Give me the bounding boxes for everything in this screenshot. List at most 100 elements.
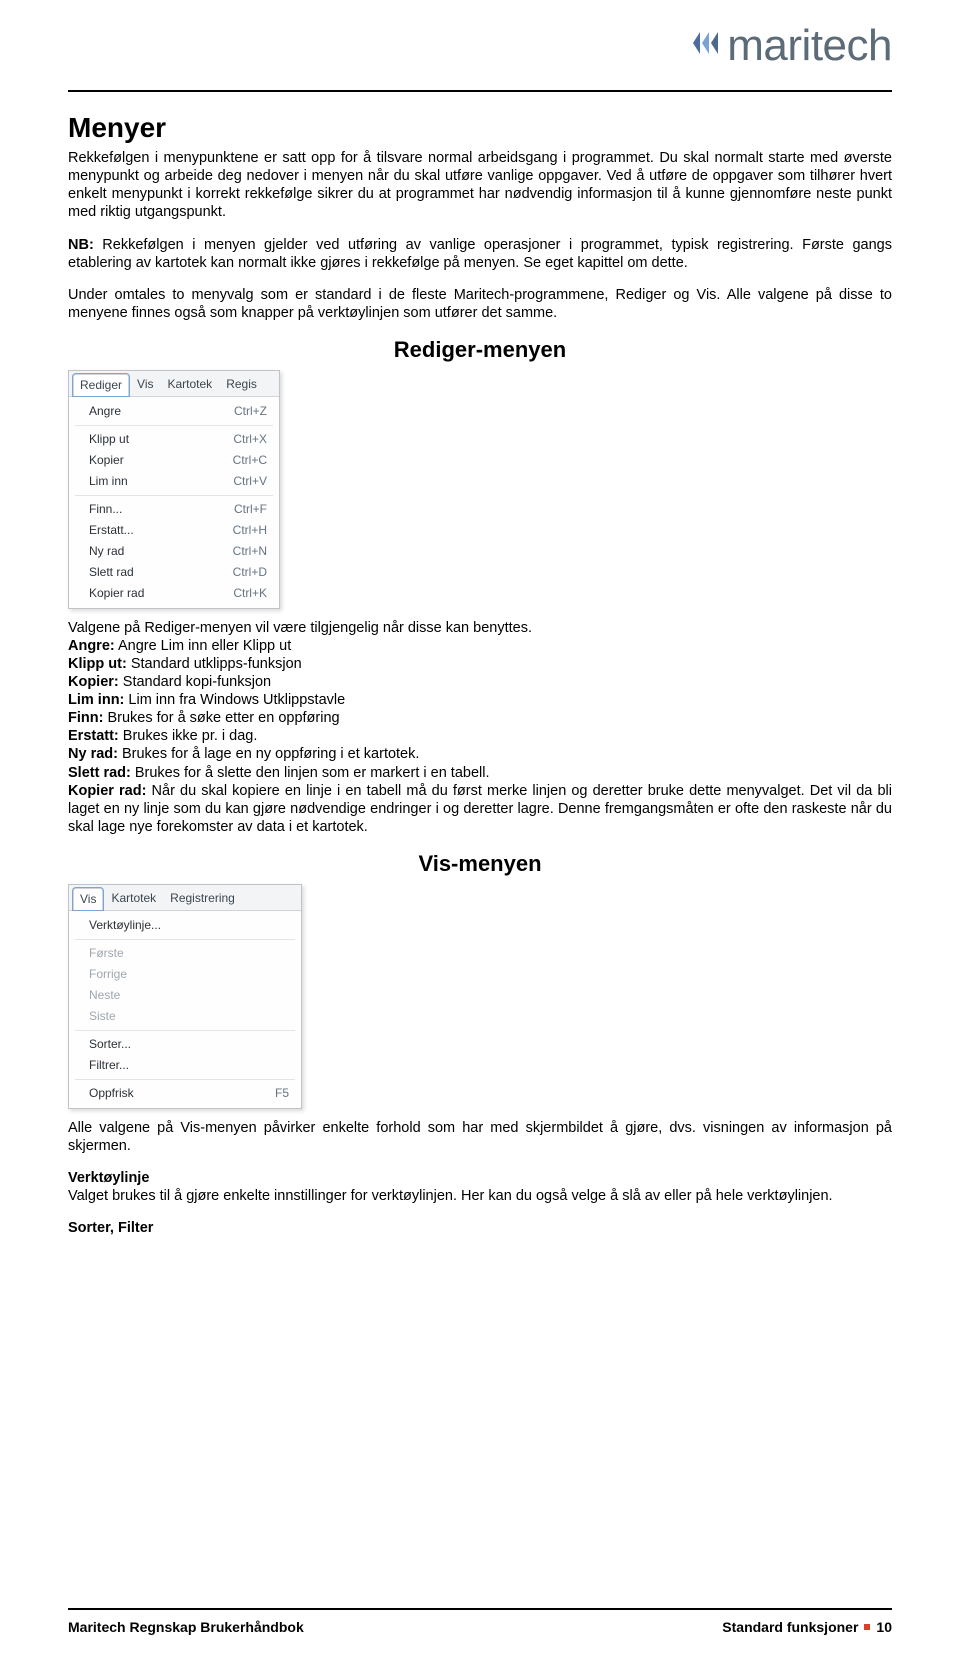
menu-item[interactable]: Neste — [69, 985, 301, 1006]
intro-para-3: Under omtales to menyvalg som er standar… — [68, 286, 892, 322]
tab-vis-2[interactable]: Vis — [73, 888, 103, 910]
tab-registrering[interactable]: Registrering — [164, 888, 241, 910]
definition-desc: Angre Lim inn eller Klipp ut — [115, 638, 292, 654]
menu-item[interactable]: Oppfrisk F5 — [69, 1083, 301, 1104]
nb-prefix: NB: — [68, 237, 94, 253]
definition-term: Kopier: — [68, 674, 119, 690]
menu-item[interactable]: Klipp ut Ctrl+X — [69, 429, 279, 450]
vis-menu-screenshot: Vis Kartotek Registrering Verktøylinje..… — [68, 884, 302, 1109]
tab-kartotek[interactable]: Kartotek — [161, 374, 218, 396]
footer-page-number: 10 — [876, 1619, 892, 1637]
menu-item-shortcut: Ctrl+F — [234, 502, 267, 517]
menu-item-label: Ny rad — [89, 544, 124, 559]
definition-term: Klipp ut: — [68, 656, 127, 672]
menu-item[interactable]: Siste — [69, 1006, 301, 1027]
definition-line: Angre: Angre Lim inn eller Klipp ut — [68, 637, 892, 655]
section-vis-heading: Vis-menyen — [68, 850, 892, 878]
menu-separator — [75, 1079, 295, 1080]
tab-kartotek-2[interactable]: Kartotek — [105, 888, 162, 910]
menu-item-label: Angre — [89, 404, 121, 419]
brand-word: maritech — [727, 18, 892, 73]
sorter-heading: Sorter, Filter — [68, 1219, 892, 1237]
tab-regis[interactable]: Regis — [220, 374, 263, 396]
menu-item[interactable]: Erstatt... Ctrl+H — [69, 520, 279, 541]
definition-term: Angre: — [68, 638, 115, 654]
menu-item[interactable]: Sorter... — [69, 1034, 301, 1055]
definition-desc: Standard utklipps-funksjon — [127, 656, 302, 672]
definition-desc: Brukes for å lage en ny oppføring i et k… — [118, 746, 419, 762]
intro-para-1: Rekkefølgen i menypunktene er satt opp f… — [68, 149, 892, 222]
menu-item[interactable]: Angre Ctrl+Z — [69, 401, 279, 422]
footer-divider — [68, 1608, 892, 1610]
section-rediger-heading: Rediger-menyen — [68, 336, 892, 364]
menu-item-shortcut: Ctrl+H — [233, 523, 267, 538]
menu-item[interactable]: Filtrer... — [69, 1055, 301, 1076]
definition-line: Finn: Brukes for å søke etter en oppføri… — [68, 709, 892, 727]
menu-item-label: Kopier rad — [89, 586, 144, 601]
verktoy-heading: Verktøylinje — [68, 1169, 892, 1187]
header-divider — [68, 90, 892, 92]
tab-rediger[interactable]: Rediger — [73, 374, 129, 396]
page-footer: Maritech Regnskap Brukerhåndbok Standard… — [68, 1619, 892, 1637]
definition-term: Ny rad: — [68, 746, 118, 762]
logo-icon — [687, 26, 721, 65]
menu-item[interactable]: Kopier Ctrl+C — [69, 450, 279, 471]
menu-item-shortcut: Ctrl+X — [233, 432, 267, 447]
nb-text: Rekkefølgen i menyen gjelder ved utførin… — [68, 237, 892, 271]
definition-desc: Brukes ikke pr. i dag. — [119, 728, 258, 744]
menu-item[interactable]: Forrige — [69, 964, 301, 985]
verktoy-para: Valget brukes til å gjøre enkelte innsti… — [68, 1187, 892, 1205]
menu-item-label: Første — [89, 946, 124, 961]
menu-separator — [75, 495, 273, 496]
menu-item-shortcut: Ctrl+V — [233, 474, 267, 489]
menu-item-shortcut: Ctrl+D — [233, 565, 267, 580]
menu-item[interactable]: Ny rad Ctrl+N — [69, 541, 279, 562]
menu-item[interactable]: Lim inn Ctrl+V — [69, 471, 279, 492]
footer-bullet-icon — [864, 1624, 870, 1630]
page-content: Menyer Rekkefølgen i menypunktene er sat… — [68, 110, 892, 1237]
rediger-items: Angre Ctrl+Z Klipp ut Ctrl+X Kopier Ctrl+C Lim… — [69, 397, 279, 608]
definition-list: Angre: Angre Lim inn eller Klipp utKlipp… — [68, 637, 892, 782]
menu-item-shortcut: Ctrl+Z — [234, 404, 267, 419]
menu-item-label: Oppfrisk — [89, 1086, 134, 1101]
menu-separator — [75, 1030, 295, 1031]
definition-line: Lim inn: Lim inn fra Windows Utklippstav… — [68, 691, 892, 709]
menu-item-shortcut: F5 — [275, 1086, 289, 1101]
definition-line: Slett rad: Brukes for å slette den linje… — [68, 764, 892, 782]
menu-item-label: Forrige — [89, 967, 127, 982]
vis-intro: Alle valgene på Vis-menyen påvirker enke… — [68, 1119, 892, 1155]
definition-line: Klipp ut: Standard utklipps-funksjon — [68, 655, 892, 673]
menu-item-label: Verktøylinje... — [89, 918, 161, 933]
menu-item[interactable]: Verktøylinje... — [69, 915, 301, 936]
menu-item-label: Slett rad — [89, 565, 134, 580]
vis-tabs: Vis Kartotek Registrering — [69, 885, 301, 911]
kopier-rad-para: Kopier rad: Når du skal kopiere en linje… — [68, 782, 892, 836]
tab-vis[interactable]: Vis — [131, 374, 159, 396]
definition-term: Erstatt: — [68, 728, 119, 744]
menu-item[interactable]: Finn... Ctrl+F — [69, 499, 279, 520]
menu-separator — [75, 939, 295, 940]
page-title: Menyer — [68, 110, 892, 145]
rediger-intro-line: Valgene på Rediger-menyen vil være tilgj… — [68, 619, 892, 637]
definition-line: Erstatt: Brukes ikke pr. i dag. — [68, 727, 892, 745]
menu-item-label: Kopier — [89, 453, 124, 468]
definition-desc: Brukes for å slette den linjen som er ma… — [131, 765, 490, 781]
menu-item-label: Erstatt... — [89, 523, 134, 538]
menu-item[interactable]: Første — [69, 943, 301, 964]
menu-separator — [75, 425, 273, 426]
definition-desc: Standard kopi-funksjon — [119, 674, 271, 690]
definition-line: Ny rad: Brukes for å lage en ny oppførin… — [68, 745, 892, 763]
menu-item-label: Siste — [89, 1009, 116, 1024]
menu-item-shortcut: Ctrl+C — [233, 453, 267, 468]
definition-term: Finn: — [68, 710, 103, 726]
menu-item-label: Klipp ut — [89, 432, 129, 447]
menu-item-shortcut: Ctrl+N — [233, 544, 267, 559]
menu-item[interactable]: Slett rad Ctrl+D — [69, 562, 279, 583]
vis-items: Verktøylinje... Første Forrige Neste Siste So… — [69, 911, 301, 1108]
menu-item-label: Lim inn — [89, 474, 128, 489]
menu-item-label: Finn... — [89, 502, 122, 517]
definition-term: Slett rad: — [68, 765, 131, 781]
menu-item-shortcut: Ctrl+K — [233, 586, 267, 601]
footer-right-label: Standard funksjoner — [722, 1619, 858, 1637]
menu-item[interactable]: Kopier rad Ctrl+K — [69, 583, 279, 604]
